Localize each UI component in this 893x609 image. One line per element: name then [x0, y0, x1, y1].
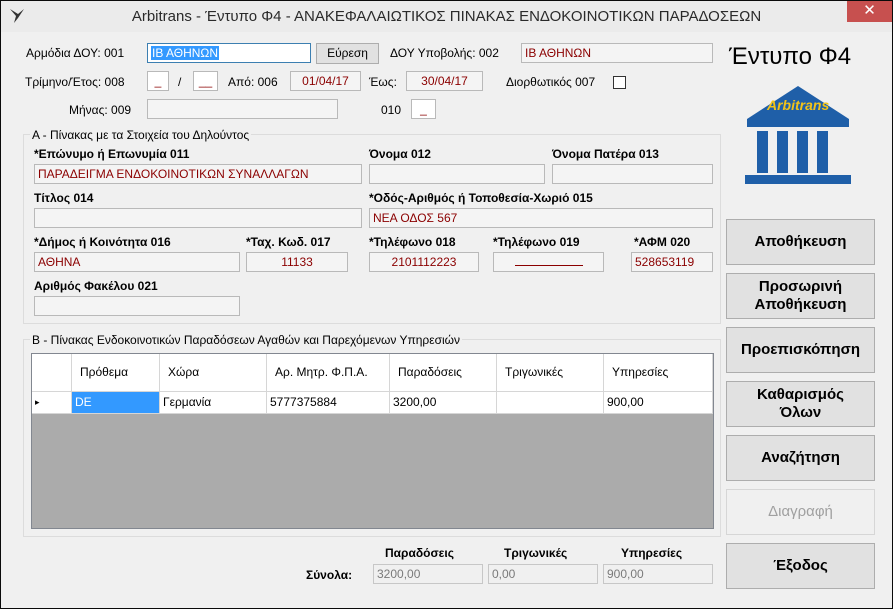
total-triangular-field: 0,00	[488, 564, 598, 584]
folder-input[interactable]	[34, 296, 240, 316]
doy-input[interactable]: ΙΒ ΑΘΗΝΩΝ	[147, 43, 311, 63]
afm-input[interactable]: 528653119	[631, 252, 713, 272]
row-indicator-icon[interactable]: ▸	[32, 392, 72, 414]
street-input[interactable]: ΝΕΑ ΟΔΟΣ 567	[369, 208, 713, 228]
phone2-label: *Τηλέφωνο 019	[493, 235, 580, 249]
total-deliveries-field: 3200,00	[373, 564, 483, 584]
code010-label: 010	[381, 103, 402, 117]
preview-button[interactable]: Προεπισκόπηση	[726, 327, 875, 373]
temp-save-button[interactable]: Προσωρινή Αποθήκευση	[726, 273, 875, 319]
surname-input[interactable]: ΠΑΡΑΔΕΙΓΜΑ ΕΝΔΟΚΟΙΝΟΤΙΚΩΝ ΣΥΝΑΛΛΑΓΩΝ	[34, 164, 362, 184]
submit-doy-input[interactable]: ΙΒ ΑΘΗΝΩΝ	[521, 43, 713, 63]
cell-vat[interactable]: 5777375884	[267, 392, 390, 414]
code010-input[interactable]: _	[411, 99, 436, 119]
logo-text: Arbitrans	[767, 97, 830, 113]
from-label: Από: 006	[228, 75, 278, 89]
column-header-prefix[interactable]: Πρόθεμα	[72, 354, 160, 392]
delete-button: Διαγραφή	[726, 489, 875, 535]
month-input[interactable]	[147, 99, 338, 119]
quarter-label: Τρίμηνο/Έτος: 008	[25, 75, 125, 89]
title-label: Τίτλος 014	[34, 191, 94, 205]
submit-doy-label: ΔΟΥ Υποβολής: 002	[390, 46, 499, 60]
window-title: Arbitrans - Έντυπο Φ4 - ΑΝΑΚΕΦΑΛΑΙΩΤΙΚΟΣ…	[131, 8, 762, 25]
header-row-indicator	[32, 354, 72, 392]
title-bar[interactable]: Arbitrans - Έντυπο Φ4 - ΑΝΑΚΕΦΑΛΑΙΩΤΙΚΟΣ…	[1, 1, 892, 32]
phone2-input[interactable]	[493, 252, 604, 272]
column-header-services[interactable]: Υπηρεσίες	[604, 354, 713, 392]
folder-label: Αριθμός Φακέλου 021	[34, 279, 158, 293]
clear-all-line2: Όλων	[779, 404, 822, 421]
corrective-label: Διορθωτικός 007	[506, 75, 596, 89]
table-header: Πρόθεμα Χώρα Αρ. Μητρ. Φ.Π.Α. Παραδόσεις…	[32, 354, 713, 392]
title-input[interactable]	[34, 208, 362, 228]
municipality-input[interactable]: ΑΘΗΝΑ	[34, 252, 240, 272]
temp-save-line2: Αποθήκευση	[754, 296, 847, 313]
cell-country[interactable]: Γερμανία	[160, 392, 267, 414]
total-triangular-label: Τριγωνικές	[504, 546, 568, 560]
cell-services[interactable]: 900,00	[604, 392, 713, 414]
surname-label: *Επώνυμο ή Επωνυμία 011	[34, 147, 190, 161]
father-input[interactable]	[552, 164, 713, 184]
to-label: Έως:	[369, 75, 397, 89]
afm-label: *ΑΦΜ 020	[634, 235, 691, 249]
name-label: Όνομα 012	[369, 147, 431, 161]
column-header-country[interactable]: Χώρα	[160, 354, 267, 392]
postcode-label: *Ταχ. Κωδ. 017	[246, 235, 331, 249]
corrective-checkbox[interactable]	[613, 76, 626, 89]
column-header-vat[interactable]: Αρ. Μητρ. Φ.Π.Α.	[267, 354, 390, 392]
postcode-input[interactable]: 11133	[246, 252, 348, 272]
father-label: Όνομα Πατέρα 013	[552, 147, 659, 161]
doy-label: Αρμόδια ΔΟΥ: 001	[26, 46, 125, 60]
deliveries-group-title: Β - Πίνακας Ενδοκοινοτικών Παραδόσεων Αγ…	[30, 333, 463, 347]
column-header-deliveries[interactable]: Παραδόσεις	[390, 354, 497, 392]
deliveries-table[interactable]: Πρόθεμα Χώρα Αρ. Μητρ. Φ.Π.Α. Παραδόσεις…	[31, 353, 714, 529]
temp-save-line1: Προσωρινή	[758, 278, 843, 295]
column-header-triangular[interactable]: Τριγωνικές	[497, 354, 604, 392]
municipality-label: *Δήμος ή Κοινότητα 016	[34, 235, 171, 249]
slash-text: /	[178, 75, 182, 89]
main-window: Arbitrans - Έντυπο Φ4 - ΑΝΑΚΕΦΑΛΑΙΩΤΙΚΟΣ…	[0, 0, 893, 609]
cell-triangular[interactable]	[497, 392, 604, 414]
name-input[interactable]	[369, 164, 545, 184]
search-button[interactable]: Αναζήτηση	[726, 435, 875, 481]
year-input[interactable]: __	[193, 71, 218, 91]
phone2-mask	[514, 256, 583, 266]
cell-deliveries[interactable]: 3200,00	[390, 392, 497, 414]
total-deliveries-label: Παραδόσεις	[385, 546, 454, 560]
search-doy-button[interactable]: Εύρεση	[316, 43, 379, 64]
clear-all-line1: Καθαρισμός	[757, 386, 844, 403]
declarant-group-title: Α - Πίνακας με τα Στοιχεία του Δηλούντος	[30, 128, 252, 142]
totals-label: Σύνολα:	[306, 568, 353, 582]
cell-prefix[interactable]: DE	[72, 392, 160, 414]
save-button[interactable]: Αποθήκευση	[726, 219, 875, 265]
total-services-field: 900,00	[603, 564, 713, 584]
phone1-input[interactable]: 2101112223	[369, 252, 479, 272]
total-services-label: Υπηρεσίες	[621, 546, 683, 560]
close-icon[interactable]: ✕	[847, 1, 892, 22]
quarter-input[interactable]: _	[147, 71, 169, 91]
to-date-input[interactable]: 30/04/17	[406, 71, 483, 91]
street-label: *Οδός-Αριθμός ή Τοποθεσία-Χωριό 015	[369, 191, 593, 205]
from-date-input[interactable]: 01/04/17	[290, 71, 361, 91]
exit-button[interactable]: Έξοδος	[726, 543, 875, 589]
form-title: Έντυπο Φ4	[729, 43, 852, 70]
clear-all-button[interactable]: Καθαρισμός Όλων	[726, 381, 875, 427]
phone1-label: *Τηλέφωνο 018	[369, 235, 456, 249]
month-label: Μήνας: 009	[69, 103, 132, 117]
doy-input-value: ΙΒ ΑΘΗΝΩΝ	[151, 46, 220, 60]
